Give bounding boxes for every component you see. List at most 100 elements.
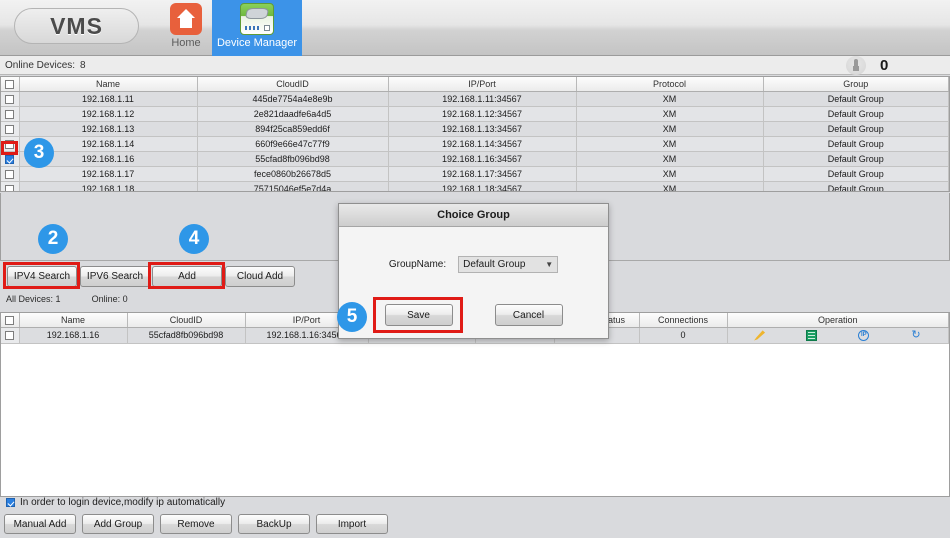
cell-name: 192.168.1.12 bbox=[19, 106, 197, 121]
bottom-button-remove[interactable]: Remove bbox=[160, 514, 232, 534]
row-checkbox[interactable] bbox=[5, 95, 14, 104]
dialog-group-row: GroupName: Default Group ▼ bbox=[339, 256, 608, 273]
dialog-button-row: Save Cancel bbox=[339, 304, 608, 326]
table-row[interactable]: 192.168.1.11445de7754a4e8e9b192.168.1.11… bbox=[1, 91, 949, 106]
chevron-down-icon: ▼ bbox=[545, 260, 553, 269]
row-checkbox-cell[interactable] bbox=[1, 136, 19, 151]
row-checkbox[interactable] bbox=[5, 110, 14, 119]
table-row[interactable]: 192.168.1.17fece0860b26678d5192.168.1.17… bbox=[1, 166, 949, 181]
row-checkbox[interactable] bbox=[5, 125, 14, 134]
row-checkbox-cell[interactable] bbox=[1, 106, 19, 121]
all-devices-label: All Devices: bbox=[6, 294, 53, 304]
cell-cloudid: 55cfad8fb096bd98 bbox=[197, 151, 388, 166]
cell-group: Default Group bbox=[763, 136, 949, 151]
table-row[interactable]: 192.168.1.1875715046ef5e7d4a192.168.1.18… bbox=[1, 181, 949, 192]
cell-cloudid: 894f25ca859edd6f bbox=[197, 121, 388, 136]
bulb-icon[interactable] bbox=[846, 56, 866, 75]
online-devices-panel: Name CloudID IP/Port Protocol Group 192.… bbox=[0, 76, 950, 192]
header-group[interactable]: Group bbox=[763, 77, 949, 91]
cell-cloudid: 2e821daadfe6a4d5 bbox=[197, 106, 388, 121]
table-row[interactable]: 192.168.1.122e821daadfe6a4d5192.168.1.12… bbox=[1, 106, 949, 121]
row-checkbox[interactable] bbox=[5, 331, 14, 340]
nav-item-home[interactable]: Home bbox=[152, 0, 220, 56]
cell-group: Default Group bbox=[763, 91, 949, 106]
ipv6-search-button[interactable]: IPV6 Search bbox=[80, 266, 150, 287]
cell-protocol: XM bbox=[576, 166, 763, 181]
cloud-add-button[interactable]: Cloud Add bbox=[225, 266, 295, 287]
cell-protocol: XM bbox=[576, 151, 763, 166]
auto-modify-ip-checkbox[interactable] bbox=[6, 498, 15, 507]
ip-icon[interactable]: IP bbox=[858, 330, 869, 341]
device-port-shape bbox=[264, 25, 270, 31]
bottom-button-manual-add[interactable]: Manual Add bbox=[4, 514, 76, 534]
dialog-title: Choice Group bbox=[339, 204, 608, 227]
header-select-all[interactable] bbox=[1, 77, 19, 91]
row-checkbox-cell[interactable] bbox=[1, 181, 19, 192]
header-cloudid[interactable]: CloudID bbox=[197, 77, 388, 91]
config-icon[interactable] bbox=[806, 330, 817, 341]
app-logo: VMS bbox=[14, 8, 139, 44]
ipv4-search-button[interactable]: IPV4 Search bbox=[7, 266, 77, 287]
header-ipport[interactable]: IP/Port bbox=[388, 77, 576, 91]
device-body-shape bbox=[245, 8, 269, 19]
managed-devices-panel: Name CloudID IP/Port Connect Disk Status… bbox=[0, 312, 950, 497]
bottom-button-import[interactable]: Import bbox=[316, 514, 388, 534]
step-marker-4: 4 bbox=[179, 224, 209, 254]
cell-cloudid: 55cfad8fb096bd98 bbox=[127, 327, 245, 343]
refresh-icon[interactable]: ↻ bbox=[910, 330, 921, 341]
cell-group: Default Group bbox=[763, 181, 949, 192]
bulb-count: 0 bbox=[880, 57, 888, 74]
table-row[interactable]: 192.168.1.14660f9e66e47c77f9192.168.1.14… bbox=[1, 136, 949, 151]
bottom-button-backup[interactable]: BackUp bbox=[238, 514, 310, 534]
row-checkbox-cell[interactable] bbox=[1, 151, 19, 166]
all-devices-value: 1 bbox=[56, 294, 61, 304]
online-devices-table: Name CloudID IP/Port Protocol Group 192.… bbox=[1, 77, 949, 192]
cell-cloudid: 445de7754a4e8e9b bbox=[197, 91, 388, 106]
header-select-all-lower[interactable] bbox=[1, 313, 19, 327]
nav-item-device-manager[interactable]: Device Manager bbox=[212, 0, 302, 56]
header-connections[interactable]: Connections bbox=[639, 313, 727, 327]
cell-group: Default Group bbox=[763, 166, 949, 181]
select-all-checkbox-lower[interactable] bbox=[5, 316, 14, 325]
save-button[interactable]: Save bbox=[385, 304, 453, 326]
cell-name: 192.168.1.16 bbox=[19, 327, 127, 343]
bottom-button-bar: Manual Add Add Group Remove BackUp Import bbox=[4, 514, 388, 534]
online-value: 0 bbox=[123, 294, 128, 304]
row-checkbox[interactable] bbox=[5, 140, 14, 149]
device-counts-bar: All Devices: 1 Online: 0 bbox=[6, 294, 128, 304]
table-row[interactable]: 192.168.1.13894f25ca859edd6f192.168.1.13… bbox=[1, 121, 949, 136]
auto-modify-ip-label: In order to login device,modify ip autom… bbox=[20, 497, 225, 508]
header-protocol[interactable]: Protocol bbox=[576, 77, 763, 91]
table-row[interactable]: 192.168.1.1655cfad8fb096bd98192.168.1.16… bbox=[1, 151, 949, 166]
online-devices-count: 8 bbox=[80, 60, 86, 71]
nav-label-device-manager: Device Manager bbox=[217, 37, 297, 49]
cell-protocol: XM bbox=[576, 121, 763, 136]
bottom-button-add-group[interactable]: Add Group bbox=[82, 514, 154, 534]
row-checkbox-cell[interactable] bbox=[1, 91, 19, 106]
row-checkbox[interactable] bbox=[5, 155, 14, 164]
header-name[interactable]: Name bbox=[19, 313, 127, 327]
pencil-icon[interactable] bbox=[754, 330, 765, 341]
auto-modify-ip-row[interactable]: In order to login device,modify ip autom… bbox=[6, 497, 225, 508]
row-checkbox[interactable] bbox=[5, 170, 14, 179]
cell-group: Default Group bbox=[763, 151, 949, 166]
header-name[interactable]: Name bbox=[19, 77, 197, 91]
row-checkbox-cell[interactable] bbox=[1, 327, 19, 343]
group-name-label: GroupName: bbox=[389, 259, 446, 270]
table-header-row: Name CloudID IP/Port Protocol Group bbox=[1, 77, 949, 91]
header-operation[interactable]: Operation bbox=[727, 313, 949, 327]
group-name-select[interactable]: Default Group ▼ bbox=[458, 256, 558, 273]
cell-protocol: XM bbox=[576, 136, 763, 151]
row-checkbox-cell[interactable] bbox=[1, 166, 19, 181]
device-leds-shape bbox=[245, 26, 261, 30]
cancel-button[interactable]: Cancel bbox=[495, 304, 563, 326]
add-button[interactable]: Add bbox=[152, 266, 222, 287]
select-all-checkbox[interactable] bbox=[5, 80, 14, 89]
row-checkbox-cell[interactable] bbox=[1, 121, 19, 136]
cell-name: 192.168.1.11 bbox=[19, 91, 197, 106]
cell-protocol: XM bbox=[576, 91, 763, 106]
choice-group-dialog: Choice Group GroupName: Default Group ▼ … bbox=[338, 203, 609, 339]
step-marker-3: 3 bbox=[24, 138, 54, 168]
row-checkbox[interactable] bbox=[5, 185, 14, 192]
header-cloudid[interactable]: CloudID bbox=[127, 313, 245, 327]
